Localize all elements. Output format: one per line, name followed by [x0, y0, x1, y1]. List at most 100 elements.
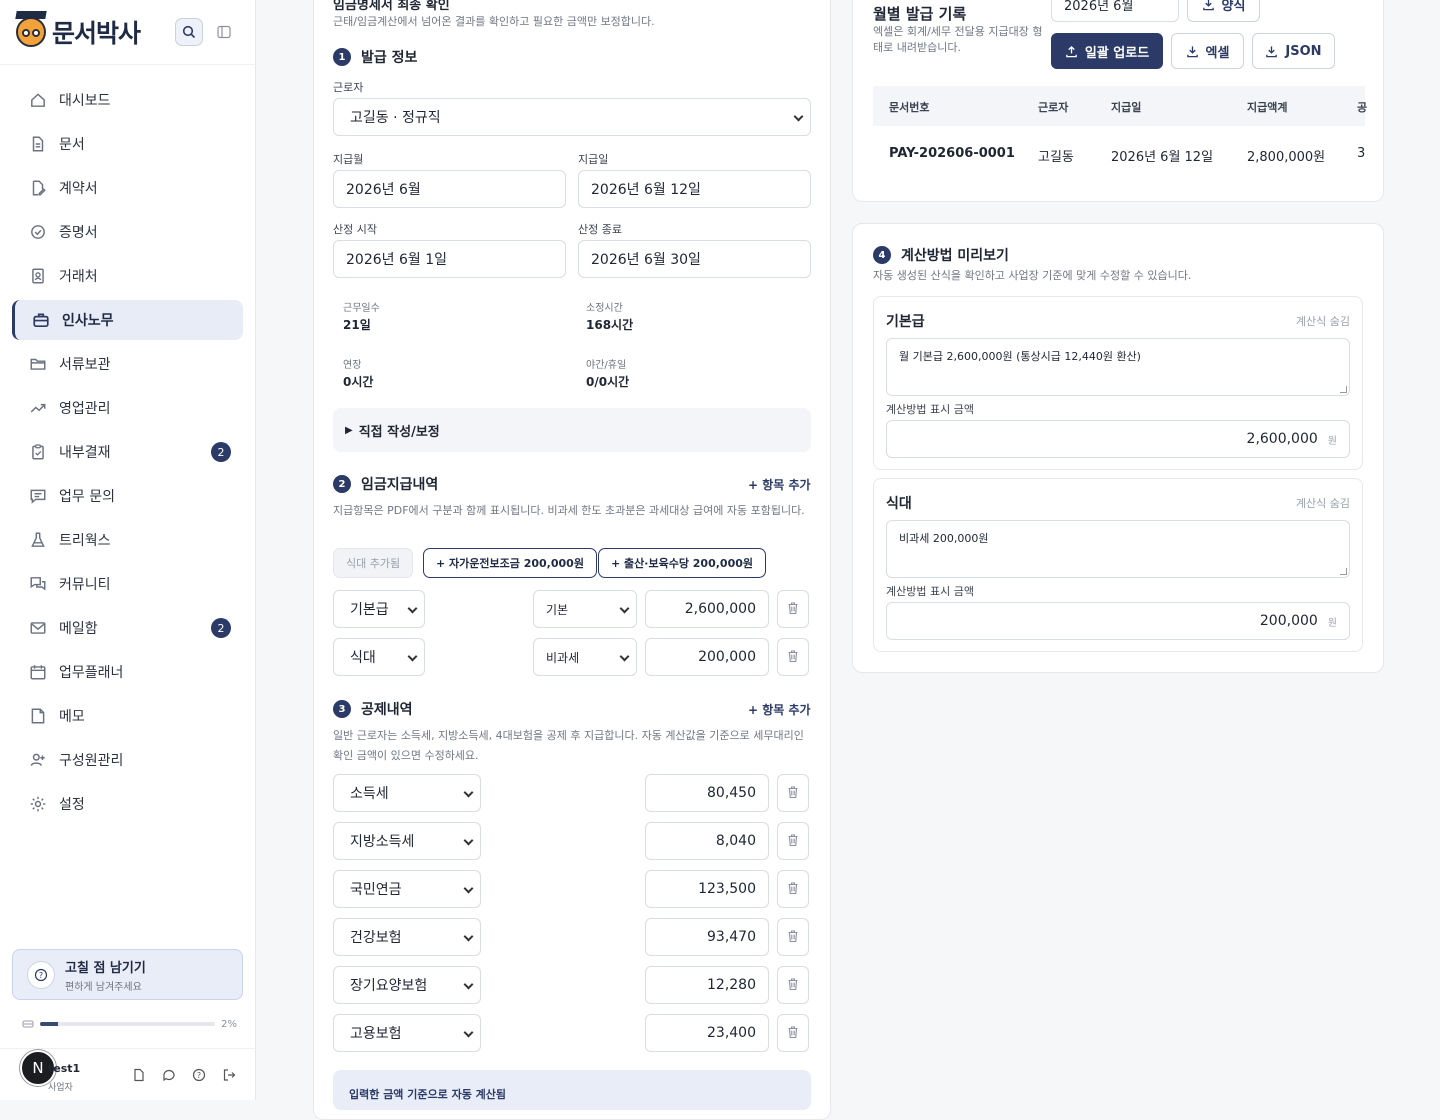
add-childcare-allowance-chip[interactable]: + 출산·보육수당 200,000원 [598, 548, 766, 578]
manual-edit-label: 직접 작성/보정 [358, 424, 440, 440]
hide-formula-link[interactable]: 계산식 숨김 [1296, 495, 1350, 511]
search-icon [182, 25, 196, 39]
logo[interactable]: 문서박사 [16, 14, 242, 50]
sidebar-item[interactable]: 문서 [12, 124, 243, 164]
deduction-amount-input[interactable]: 8,040 [645, 822, 769, 860]
sidebar-item[interactable]: 서류보관 [12, 344, 243, 384]
download-icon [1266, 45, 1278, 57]
period-end-value: 2026년 6월 30일 [591, 252, 701, 268]
delete-button[interactable] [777, 590, 809, 628]
help-icon[interactable]: ? [190, 1066, 208, 1084]
cell-doc-number: PAY-202606-0001 [889, 146, 1015, 161]
pay-item-name-select[interactable]: 기본급 [333, 590, 425, 628]
record-month-input[interactable]: 2026년 6월 [1051, 0, 1179, 22]
delete-button[interactable] [777, 966, 809, 1004]
add-deduction-link[interactable]: + 항목 추가 [748, 701, 811, 718]
sidebar-item-label: 문서 [59, 137, 85, 153]
deduction-name-select[interactable]: 국민연금 [333, 870, 481, 908]
deduction-name-select[interactable]: 고용보험 [333, 1014, 481, 1052]
bulk-upload-button[interactable]: 일괄 업로드 [1051, 33, 1163, 69]
period-start-value: 2026년 6월 1일 [346, 252, 447, 268]
delete-button[interactable] [777, 1014, 809, 1052]
sidebar-item[interactable]: 거래처 [12, 256, 243, 296]
sidebar-item[interactable]: 영업관리 [12, 388, 243, 428]
deduction-name-select[interactable]: 건강보험 [333, 918, 481, 956]
template-download-button[interactable]: 양식 [1187, 0, 1260, 22]
worker-select[interactable]: 고길동 · 정규직 [333, 98, 811, 136]
sidebar-item[interactable]: 구성원관리 [12, 740, 243, 780]
document-icon[interactable] [130, 1066, 148, 1084]
column-header: 문서번호 [889, 101, 930, 114]
sidebar-item[interactable]: 트리웍스 [12, 520, 243, 560]
deduction-amount-input[interactable]: 93,470 [645, 918, 769, 956]
sidebar-item-label: 거래처 [59, 269, 98, 285]
storage-usage: 2% [22, 1017, 237, 1031]
period-start-input[interactable]: 2026년 6월 1일 [333, 240, 566, 278]
pay-item-name-select[interactable]: 식대 [333, 638, 425, 676]
deduction-amount-input[interactable]: 80,450 [645, 774, 769, 812]
display-amount-input[interactable]: 2,600,000 원 [886, 420, 1350, 458]
deduction-amount-input[interactable]: 23,400 [645, 1014, 769, 1052]
chat-icon[interactable] [160, 1066, 178, 1084]
period-end-input[interactable]: 2026년 6월 30일 [578, 240, 811, 278]
hide-formula-link[interactable]: 계산식 숨김 [1296, 313, 1350, 329]
deduction-name-select[interactable]: 소득세 [333, 774, 481, 812]
deduction-amount-input[interactable]: 12,280 [645, 966, 769, 1004]
folder-icon [28, 354, 48, 374]
deduction-amount-input[interactable]: 123,500 [645, 870, 769, 908]
logout-icon[interactable] [220, 1066, 238, 1084]
sidebar-nav: 대시보드문서계약서증명서거래처인사노무서류보관영업관리 내부결재 2 업무 문의 트리웍… [12, 80, 243, 828]
sidebar-item[interactable]: 메일함 2 [12, 608, 243, 648]
delete-button[interactable] [777, 870, 809, 908]
pay-date-input[interactable]: 2026년 6월 12일 [578, 170, 811, 208]
sidebar-item-label: 메모 [59, 709, 85, 725]
delete-button[interactable] [777, 638, 809, 676]
excel-download-button[interactable]: 엑셀 [1171, 33, 1244, 69]
add-car-allowance-chip[interactable]: + 자가운전보조금 200,000원 [423, 548, 597, 578]
formula-textarea[interactable]: 월 기본급 2,600,000원 (통상시급 12,440원 환산) [886, 338, 1350, 396]
sidebar: 문서박사 대시보드문서계약서증명서거래처인사노무서류보관영업관리 내부결재 2 업무 … [0, 0, 256, 1100]
sidebar-item-label: 업무플래너 [59, 665, 124, 681]
currency-unit: 원 [1327, 617, 1337, 629]
add-wage-item-link[interactable]: + 항목 추가 [748, 476, 811, 493]
sidebar-item[interactable]: 설정 [12, 784, 243, 824]
sidebar-item[interactable]: 내부결재 2 [12, 432, 243, 472]
pay-item-type-select[interactable]: 기본 [533, 590, 637, 628]
search-button[interactable] [175, 18, 203, 46]
formula-textarea[interactable]: 비과세 200,000원 [886, 520, 1350, 578]
sidebar-item[interactable]: 메모 [12, 696, 243, 736]
delete-button[interactable] [777, 774, 809, 812]
sidebar-item[interactable]: 커뮤니티 [12, 564, 243, 604]
client-icon [28, 266, 48, 286]
sidebar-item-label: 설정 [59, 797, 85, 813]
sidebar-item[interactable]: 업무플래너 [12, 652, 243, 692]
pay-item-amount-input[interactable]: 200,000 [645, 638, 769, 676]
sidebar-item[interactable]: 계약서 [12, 168, 243, 208]
json-download-button[interactable]: JSON [1252, 33, 1335, 69]
deduction-description: 일반 근로자는 소득세, 지방소득세, 4대보험을 공제 후 지급합니다. 자동… [333, 729, 804, 762]
pay-item-type-select[interactable]: 비과세 [533, 638, 637, 676]
table-row[interactable]: PAY-202606-0001 고길동 2026년 6월 12일 2,800,0… [873, 128, 1365, 180]
manual-edit-toggle[interactable]: ▶ 직접 작성/보정 [333, 408, 811, 452]
sidebar-item[interactable]: 업무 문의 [12, 476, 243, 516]
display-amount-input[interactable]: 200,000 원 [886, 602, 1350, 640]
pay-month-input[interactable]: 2026년 6월 [333, 170, 566, 208]
pay-item-amount-input[interactable]: 2,600,000 [645, 590, 769, 628]
sidebar-item-label: 메일함 [59, 621, 98, 637]
workdays-value: 21일 [343, 318, 371, 332]
sidebar-item[interactable]: 증명서 [12, 212, 243, 252]
delete-button[interactable] [777, 918, 809, 956]
trend-icon [28, 398, 48, 418]
feedback-button[interactable]: ? 고칠 점 남기기 편하게 남겨주세요 [12, 949, 243, 1000]
sidebar-item-label: 증명서 [59, 225, 98, 241]
sidebar-item[interactable]: 인사노무 [12, 300, 243, 340]
section-deductions: 3 공제내역 [333, 699, 413, 719]
sidebar-item-label: 서류보관 [59, 357, 111, 373]
sidebar-item[interactable]: 대시보드 [12, 80, 243, 120]
section-number: 2 [333, 475, 351, 493]
delete-button[interactable] [777, 822, 809, 860]
deduction-name-select[interactable]: 장기요양보험 [333, 966, 481, 1004]
collapse-sidebar-button[interactable] [210, 18, 238, 46]
cell-truncated: 3 [1357, 146, 1365, 161]
deduction-name-select[interactable]: 지방소득세 [333, 822, 481, 860]
